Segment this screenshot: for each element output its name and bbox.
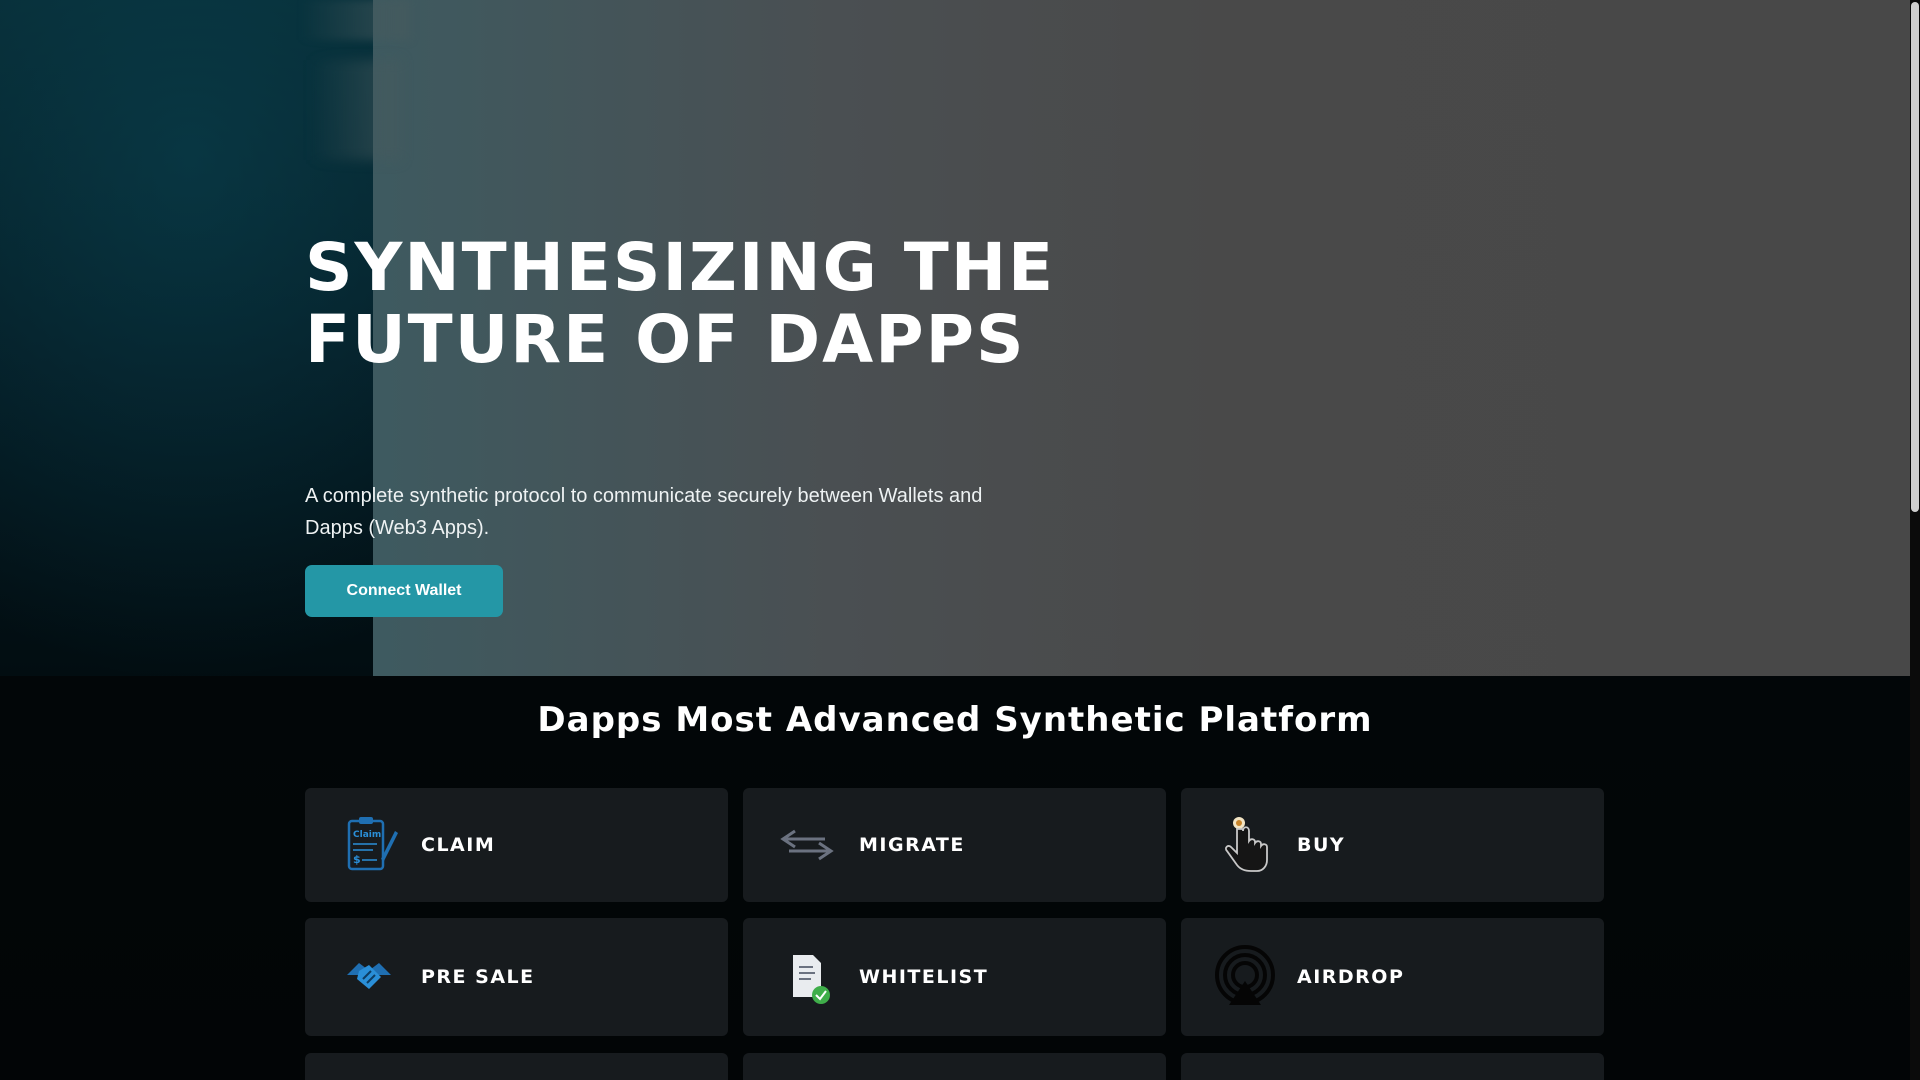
card-label: WHITELIST	[859, 966, 989, 988]
scrollbar-thumb[interactable]	[1911, 2, 1919, 512]
feature-card-pre-sale[interactable]: PRE SALE	[305, 918, 728, 1036]
hero-decoration	[300, 0, 410, 40]
claim-icon: Claim $	[337, 813, 401, 877]
migrate-icon	[775, 813, 839, 877]
feature-card[interactable]	[743, 1053, 1166, 1080]
hero-title: SYNTHESIZING THE FUTURE OF DAPPS	[305, 229, 1056, 378]
card-label: BUY	[1297, 834, 1346, 856]
card-label: AIRDROP	[1297, 966, 1405, 988]
page: SYNTHESIZING THE FUTURE OF DAPPS A compl…	[0, 0, 1920, 1080]
card-label: MIGRATE	[859, 834, 965, 856]
hero-subtitle: A complete synthetic protocol to communi…	[305, 485, 983, 539]
buy-icon	[1213, 813, 1277, 877]
card-label: CLAIM	[421, 834, 496, 856]
feature-card-migrate[interactable]: MIGRATE	[743, 788, 1166, 902]
airdrop-icon	[1213, 945, 1277, 1009]
feature-card[interactable]	[305, 1053, 728, 1080]
features-title: Dapps Most Advanced Synthetic Platform	[537, 700, 1373, 740]
svg-text:$: $	[353, 853, 361, 866]
feature-card-claim[interactable]: Claim $ CLAIM	[305, 788, 728, 902]
handshake-icon	[337, 945, 401, 1009]
whitelist-icon	[775, 945, 839, 1009]
hero-decoration	[310, 60, 400, 160]
feature-card[interactable]	[1181, 1053, 1604, 1080]
feature-card-whitelist[interactable]: WHITELIST	[743, 918, 1166, 1036]
connect-wallet-button[interactable]: Connect Wallet	[305, 565, 503, 617]
feature-card-buy[interactable]: BUY	[1181, 788, 1604, 902]
svg-text:Claim: Claim	[353, 830, 381, 840]
card-label: PRE SALE	[421, 966, 535, 988]
feature-card-airdrop[interactable]: AIRDROP	[1181, 918, 1604, 1036]
